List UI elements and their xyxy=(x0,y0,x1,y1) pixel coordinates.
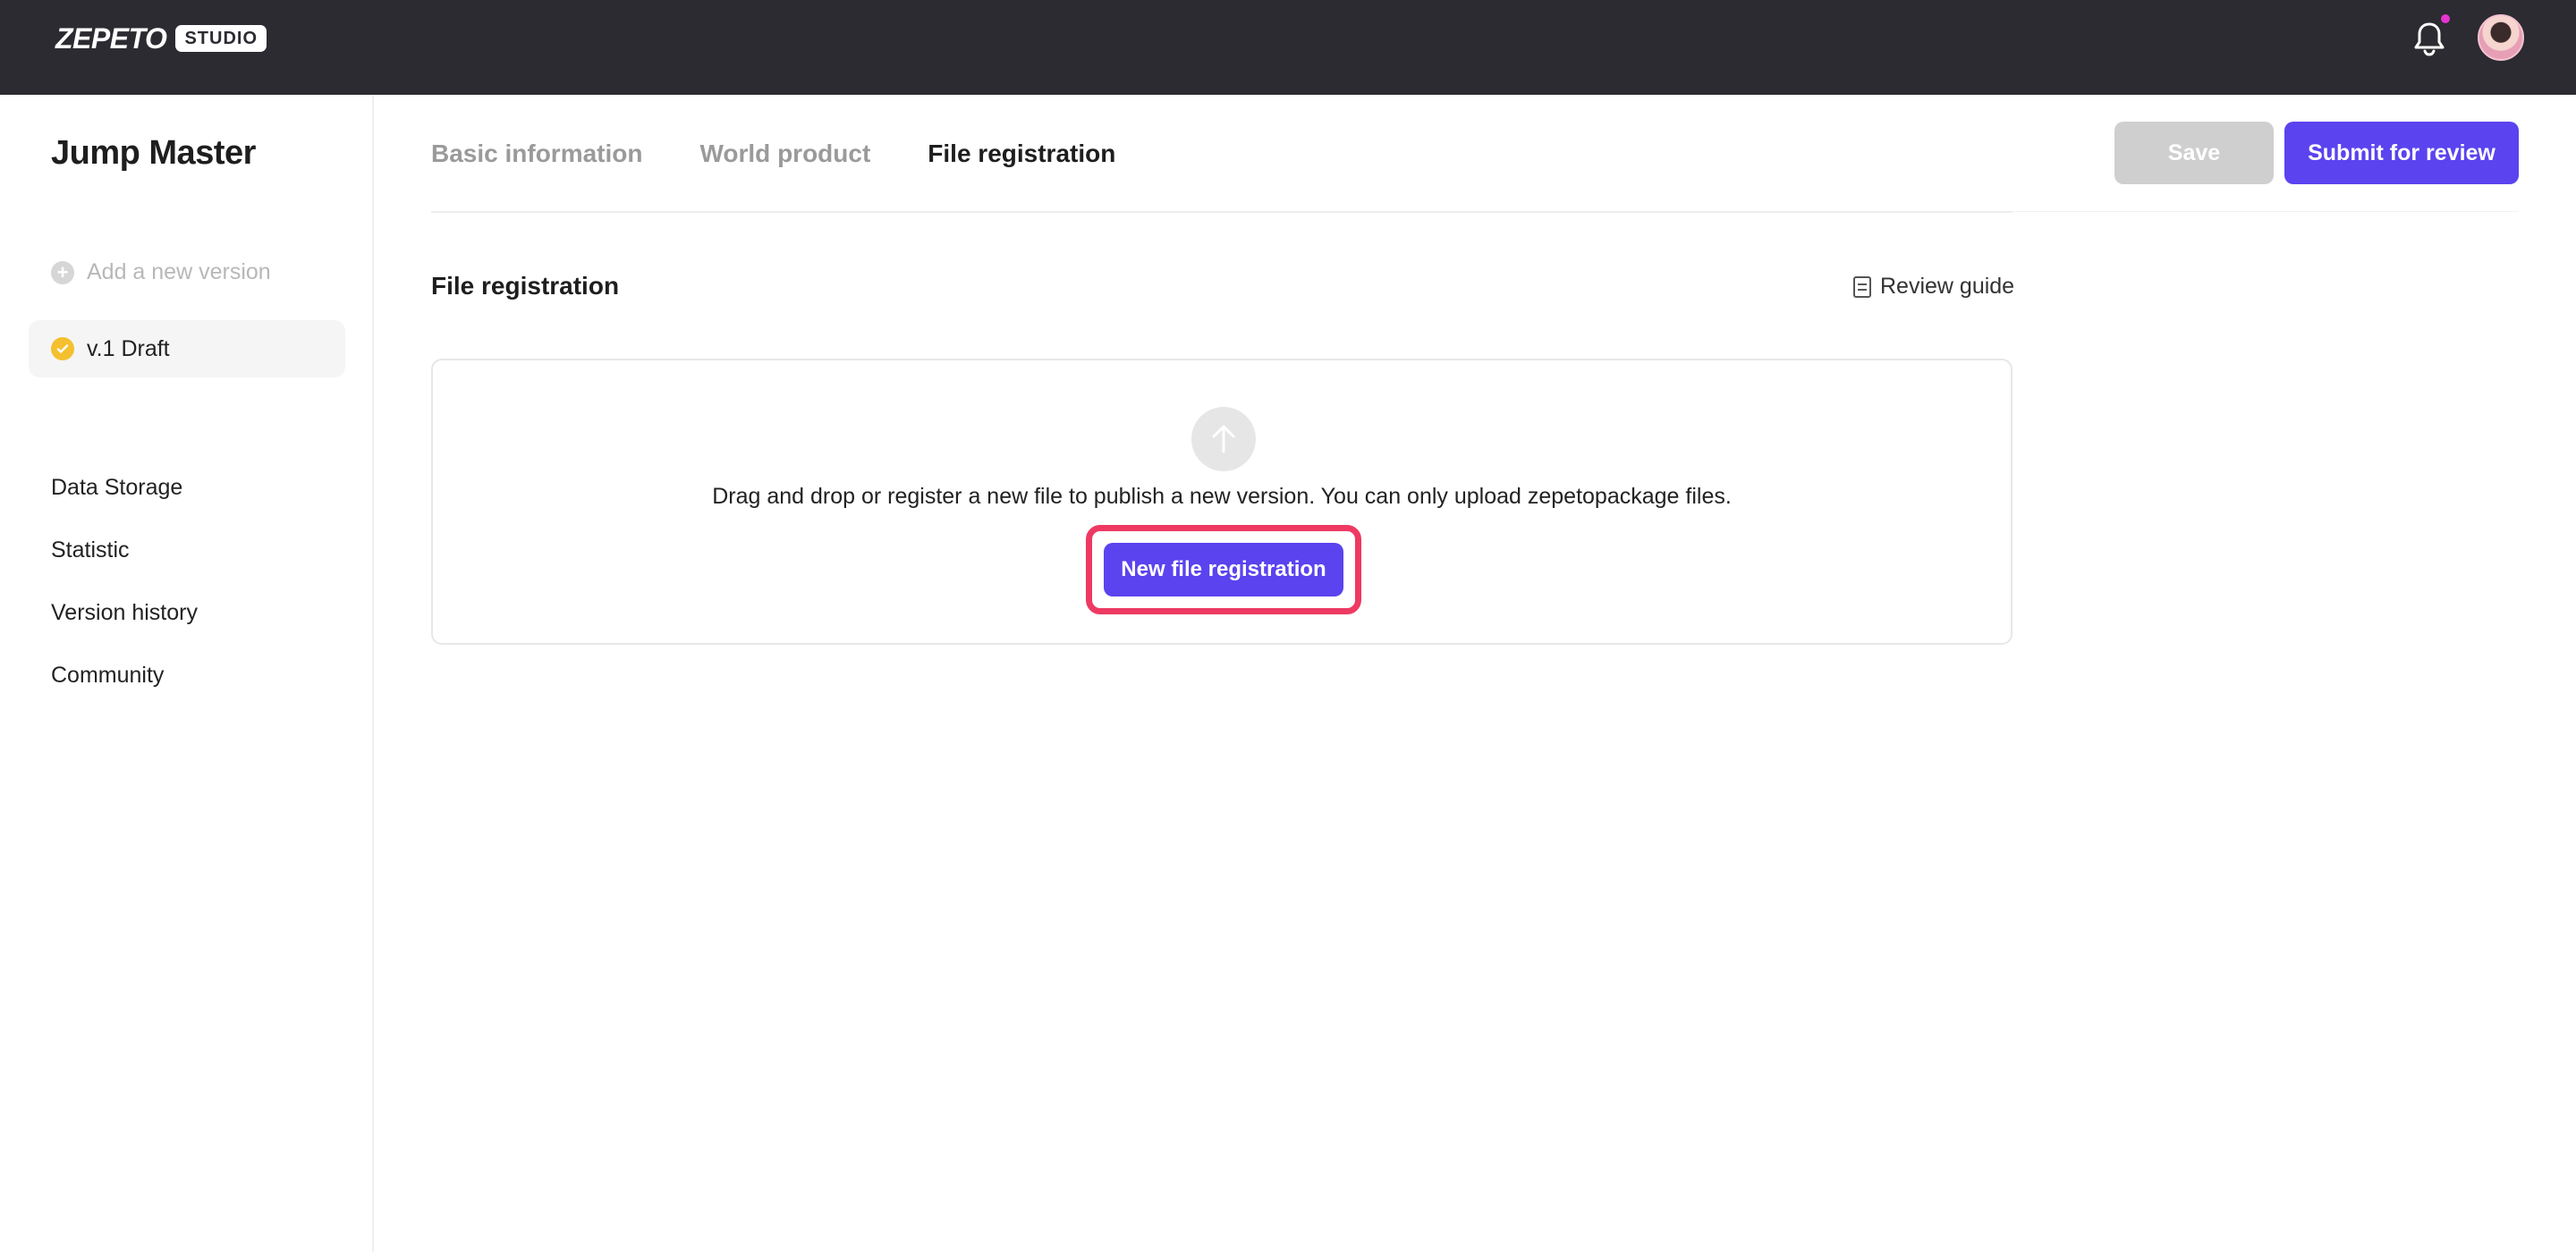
notification-dot xyxy=(2441,14,2450,23)
sidebar-item-community[interactable]: Community xyxy=(51,644,198,706)
upload-instruction: Drag and drop or register a new file to … xyxy=(712,484,1732,509)
logo-badge: STUDIO xyxy=(175,25,267,52)
header-divider xyxy=(431,211,2012,213)
review-guide-link[interactable]: Review guide xyxy=(1853,274,2014,300)
sidebar-item-statistic[interactable]: Statistic xyxy=(51,519,198,581)
submit-for-review-button[interactable]: Submit for review xyxy=(2284,122,2519,184)
header-divider-right xyxy=(2012,211,2519,212)
tab-world-product[interactable]: World product xyxy=(699,140,870,168)
version-item-v1-draft[interactable]: v.1 Draft xyxy=(29,320,345,377)
add-version-button[interactable]: + Add a new version xyxy=(51,259,271,285)
tab-file-registration[interactable]: File registration xyxy=(928,140,1115,168)
section-title: File registration xyxy=(431,272,620,300)
sidebar: Jump Master + Add a new version v.1 Draf… xyxy=(0,95,374,1252)
avatar[interactable] xyxy=(2478,14,2524,61)
bell-icon[interactable] xyxy=(2408,18,2451,61)
tab-bar: Basic information World product File reg… xyxy=(431,140,1115,168)
document-icon xyxy=(1853,275,1871,298)
check-circle-icon xyxy=(51,337,74,360)
review-guide-label: Review guide xyxy=(1880,274,2015,299)
sidebar-links: Data Storage Statistic Version history C… xyxy=(51,456,198,706)
file-drop-zone[interactable]: Drag and drop or register a new file to … xyxy=(431,359,2012,645)
logo-word: ZEPETO xyxy=(55,21,167,55)
upload-arrow-icon xyxy=(1191,407,1256,471)
new-file-registration-button[interactable]: New file registration xyxy=(1104,543,1343,596)
top-navigation-bar: ZEPETO STUDIO xyxy=(0,0,2576,95)
zepeto-studio-logo[interactable]: ZEPETO STUDIO xyxy=(55,21,267,55)
project-title: Jump Master xyxy=(51,134,256,172)
plus-circle-icon: + xyxy=(51,260,74,284)
tab-basic-information[interactable]: Basic information xyxy=(431,140,642,168)
save-button[interactable]: Save xyxy=(2114,122,2274,184)
add-version-label: Add a new version xyxy=(87,259,271,284)
version-label: v.1 Draft xyxy=(87,335,170,361)
sidebar-item-data-storage[interactable]: Data Storage xyxy=(51,456,198,519)
sidebar-item-version-history[interactable]: Version history xyxy=(51,581,198,644)
